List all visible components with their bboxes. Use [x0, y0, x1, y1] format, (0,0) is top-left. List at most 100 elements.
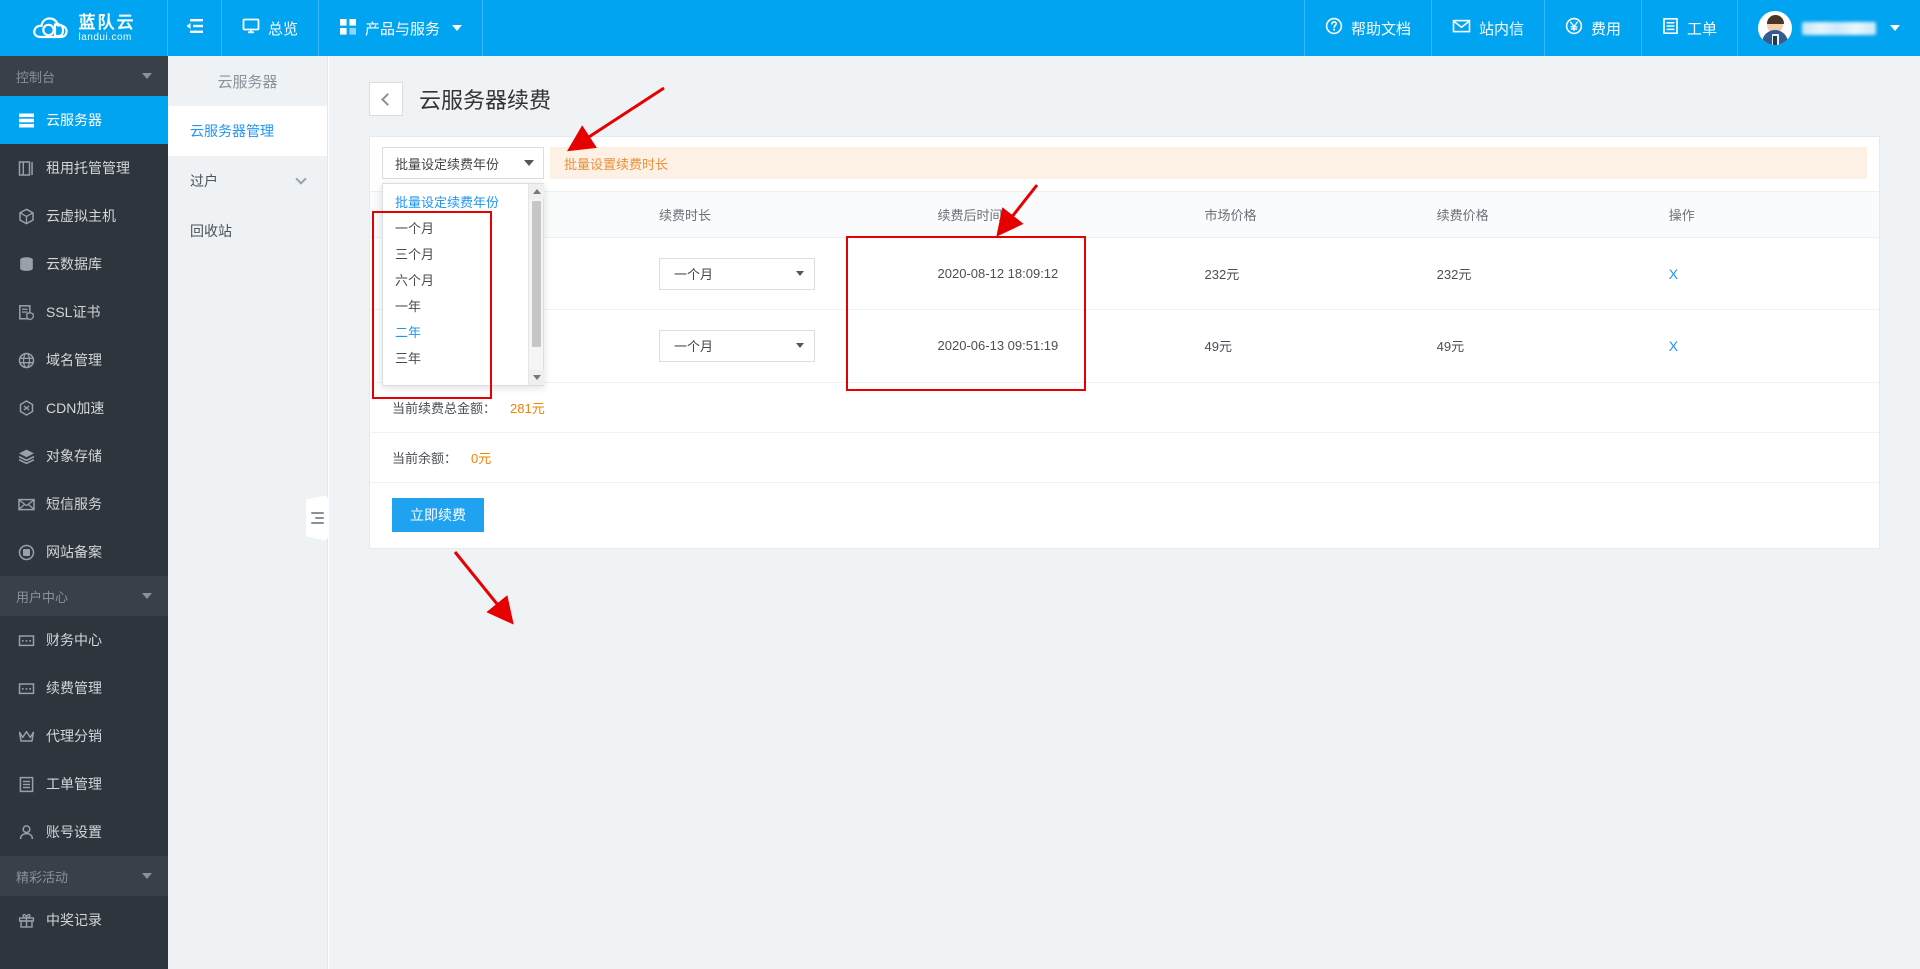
nav-fees-label: 费用	[1591, 18, 1621, 39]
sidebar-group-activities-label: 精彩活动	[16, 867, 68, 886]
nav-overview-label: 总览	[268, 18, 298, 39]
logo-domain: landui.com	[79, 33, 136, 43]
cube-icon	[18, 208, 35, 225]
scroll-down-arrow-icon[interactable]	[529, 370, 544, 385]
dropdown-option-label: 二年	[395, 322, 421, 341]
sidebar-item-ticket-management-label: 工单管理	[46, 774, 102, 794]
dropdown-option[interactable]: 批量设定续费年份	[383, 188, 528, 214]
batch-year-select[interactable]: 批量设定续费年份	[382, 147, 544, 179]
dropdown-scrollbar[interactable]	[528, 184, 543, 385]
renew-now-button[interactable]: 立即续费	[392, 498, 484, 532]
chevron-down-icon	[1890, 25, 1900, 31]
dropdown-option[interactable]: 一年	[383, 292, 528, 318]
sidebar-item-cloud-server[interactable]: 云服务器	[0, 96, 168, 144]
ticket-icon	[18, 776, 35, 793]
table-row: 1 9 一个月 2020-08-12 18:09:12	[370, 238, 1879, 310]
nav-products-label: 产品与服务	[365, 18, 440, 39]
cell-duration: 一个月	[637, 238, 916, 310]
sidebar-item-icp-filing-label: 网站备案	[46, 542, 102, 562]
sidebar-item-cdn[interactable]: CDN加速	[0, 384, 168, 432]
dropdown-option-label: 一年	[395, 296, 421, 315]
total-amount-row: 当前续费总金额： 281元	[370, 382, 1879, 432]
dropdown-option[interactable]: 三年	[383, 344, 528, 370]
sidebar-group-user-center-label: 用户中心	[16, 587, 68, 606]
scroll-up-arrow-icon[interactable]	[529, 184, 544, 199]
subnav-item-recycle-bin[interactable]: 回收站	[168, 206, 327, 256]
sidebar-group-console[interactable]: 控制台	[0, 56, 168, 96]
sidebar-item-domain[interactable]: 域名管理	[0, 336, 168, 384]
question-circle-icon	[1325, 17, 1343, 39]
nav-tickets[interactable]: 工单	[1641, 0, 1737, 56]
header-spacer	[483, 0, 1304, 56]
chevron-down-icon	[452, 25, 462, 31]
sidebar-item-finance[interactable]: 财务中心	[0, 616, 168, 664]
nav-products[interactable]: 产品与服务	[319, 0, 483, 56]
table-body: 1 9 一个月 2020-08-12 18:09:12	[370, 238, 1879, 382]
batch-year-dropdown[interactable]: 批量设定续费年份 一个月 三个月 六个月 一年 二年 三年	[382, 183, 544, 386]
user-menu[interactable]	[1737, 0, 1920, 56]
cell-after-time: 2020-08-12 18:09:12	[916, 238, 1183, 310]
subnav-item-transfer[interactable]: 过户	[168, 156, 327, 206]
sidebar-item-agent-distribution[interactable]: 代理分销	[0, 712, 168, 760]
dropdown-option[interactable]: 一个月	[383, 214, 528, 240]
remove-row-button[interactable]: X	[1669, 338, 1678, 354]
row-duration-select[interactable]: 一个月	[659, 330, 815, 362]
globe-icon	[18, 352, 35, 369]
column-header-market-price: 市场价格	[1183, 192, 1415, 238]
cell-action: X	[1647, 310, 1879, 382]
chevron-down-icon	[295, 173, 306, 184]
cell-duration: 一个月	[637, 310, 916, 382]
dropdown-option[interactable]: 六个月	[383, 266, 528, 292]
batch-hint-text: 批量设置续费时长	[564, 154, 668, 173]
sidebar-item-icp-filing[interactable]: 网站备案	[0, 528, 168, 576]
dropdown-option-label: 批量设定续费年份	[395, 192, 499, 211]
sidebar-item-account-settings[interactable]: 账号设置	[0, 808, 168, 856]
row-duration-value: 一个月	[674, 264, 713, 283]
sidebar-item-domain-label: 域名管理	[46, 350, 102, 370]
sidebar-item-renew-management[interactable]: 续费管理	[0, 664, 168, 712]
cloud-logo-icon	[32, 13, 72, 43]
sidebar-group-console-label: 控制台	[16, 67, 55, 86]
dropdown-option-list: 批量设定续费年份 一个月 三个月 六个月 一年 二年 三年	[383, 184, 528, 385]
remove-row-button[interactable]: X	[1669, 266, 1678, 282]
nav-fees[interactable]: 费用	[1544, 0, 1641, 56]
table-header: IP地址 续费时长 续费后时间 市场价格 续费价格 操作	[370, 192, 1879, 238]
row-duration-select[interactable]: 一个月	[659, 258, 815, 290]
username-redacted	[1802, 22, 1876, 35]
sidebar-item-object-storage[interactable]: 对象存储	[0, 432, 168, 480]
sidebar-group-user-center[interactable]: 用户中心	[0, 576, 168, 616]
wallet-icon	[18, 632, 35, 649]
sidebar-item-database[interactable]: 云数据库	[0, 240, 168, 288]
sidebar-item-hosting[interactable]: 租用托管管理	[0, 144, 168, 192]
sidebar-item-object-storage-label: 对象存储	[46, 446, 102, 466]
yuan-circle-icon	[1565, 17, 1583, 39]
nav-messages[interactable]: 站内信	[1431, 0, 1544, 56]
envelope-icon	[18, 496, 35, 513]
column-header-action: 操作	[1647, 192, 1879, 238]
layers-icon	[18, 448, 35, 465]
nav-overview[interactable]: 总览	[222, 0, 319, 56]
sidebar-item-virtual-host[interactable]: 云虚拟主机	[0, 192, 168, 240]
sidebar-toggle-handle[interactable]	[306, 495, 328, 541]
dropdown-option[interactable]: 三个月	[383, 240, 528, 266]
sidebar-item-database-label: 云数据库	[46, 254, 102, 274]
dropdown-option[interactable]: 二年	[383, 318, 528, 344]
sidebar-item-ticket-management[interactable]: 工单管理	[0, 760, 168, 808]
scrollbar-thumb[interactable]	[532, 201, 541, 347]
chevron-down-icon	[796, 343, 804, 348]
nav-messages-label: 站内信	[1479, 18, 1524, 39]
cdn-icon	[18, 400, 35, 417]
back-button[interactable]	[369, 82, 403, 116]
logo-title: 蓝队云	[79, 14, 136, 31]
nav-help-docs[interactable]: 帮助文档	[1304, 0, 1431, 56]
sidebar-item-prize-records[interactable]: 中奖记录	[0, 896, 168, 944]
subnav-item-server-management[interactable]: 云服务器管理	[168, 106, 327, 156]
top-header: 蓝队云 landui.com	[0, 0, 1920, 56]
brand-logo[interactable]: 蓝队云 landui.com	[0, 0, 168, 56]
sidebar-collapse-button[interactable]	[168, 0, 222, 56]
sidebar-group-activities[interactable]: 精彩活动	[0, 856, 168, 896]
sidebar-item-sms[interactable]: 短信服务	[0, 480, 168, 528]
balance-value: 0元	[471, 448, 491, 467]
chevron-down-icon	[142, 873, 152, 879]
sidebar-item-ssl[interactable]: SSL证书	[0, 288, 168, 336]
